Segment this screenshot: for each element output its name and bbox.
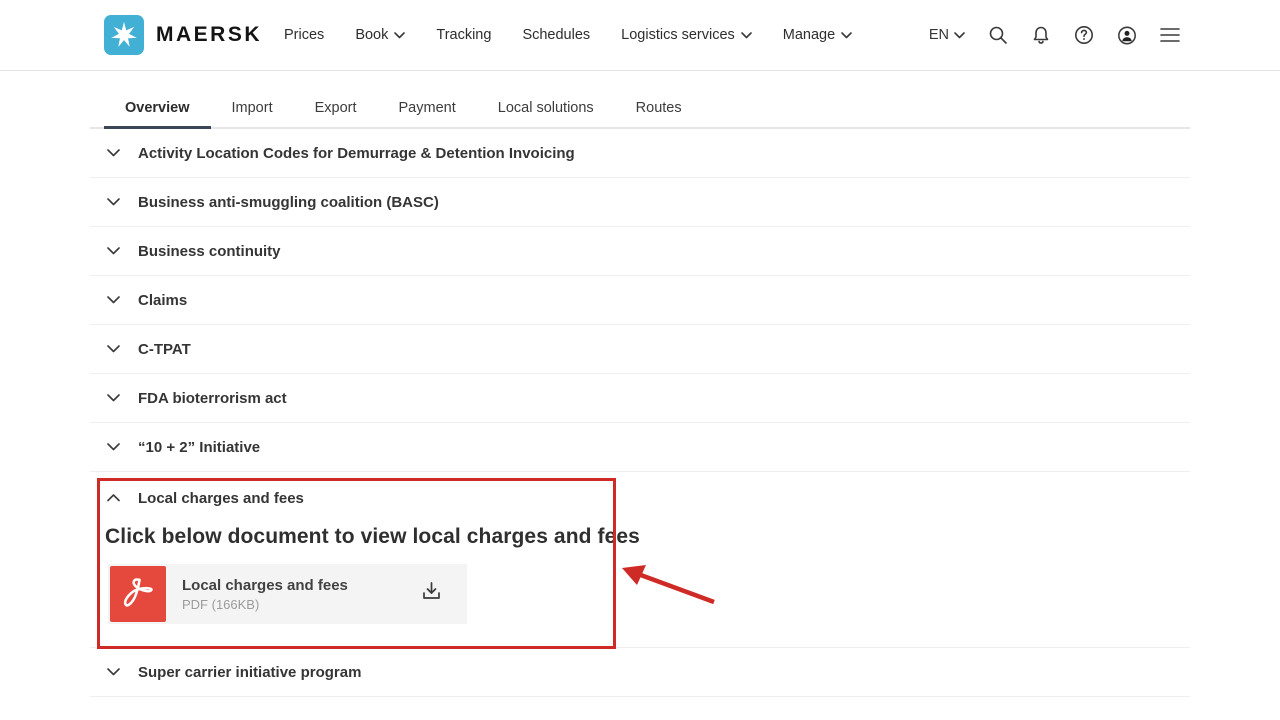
top-navigation-bar: MAERSK Prices Book Tracking Schedules Lo… bbox=[0, 0, 1280, 71]
accordion-item-fda-bioterrorism[interactable]: FDA bioterrorism act bbox=[90, 374, 1190, 423]
tab-import[interactable]: Import bbox=[211, 88, 294, 129]
document-meta: PDF (166KB) bbox=[182, 597, 348, 612]
chevron-down-icon bbox=[107, 296, 121, 304]
document-info: Local charges and fees PDF (166KB) bbox=[182, 577, 348, 612]
chevron-up-icon bbox=[107, 494, 121, 502]
help-icon[interactable] bbox=[1074, 25, 1094, 45]
header-actions: EN bbox=[929, 25, 1180, 45]
language-selector[interactable]: EN bbox=[929, 27, 965, 43]
accordion-item-activity-location-codes[interactable]: Activity Location Codes for Demurrage & … bbox=[90, 129, 1190, 178]
chevron-down-icon bbox=[107, 443, 121, 451]
nav-schedules[interactable]: Schedules bbox=[522, 27, 590, 43]
account-icon[interactable] bbox=[1117, 25, 1137, 45]
tab-local-solutions[interactable]: Local solutions bbox=[477, 88, 615, 129]
expanded-section-heading: Click below document to view local charg… bbox=[105, 525, 1190, 549]
tab-export[interactable]: Export bbox=[294, 88, 378, 129]
tab-routes[interactable]: Routes bbox=[615, 88, 703, 129]
accordion-item-super-carrier[interactable]: Super carrier initiative program bbox=[90, 648, 1190, 697]
nav-logistics-services[interactable]: Logistics services bbox=[621, 27, 752, 43]
accordion-item-claims[interactable]: Claims bbox=[90, 276, 1190, 325]
brand-wordmark: MAERSK bbox=[156, 23, 262, 47]
chevron-down-icon bbox=[954, 32, 965, 39]
accordion-item-10-plus-2[interactable]: “10 + 2” Initiative bbox=[90, 423, 1190, 472]
nav-manage[interactable]: Manage bbox=[783, 27, 852, 43]
accordion-item-local-charges-expanded: Local charges and fees Click below docum… bbox=[90, 472, 1190, 648]
maersk-brand[interactable]: MAERSK bbox=[104, 15, 262, 55]
chevron-down-icon bbox=[107, 345, 121, 353]
accordion-header-local-charges[interactable]: Local charges and fees bbox=[90, 472, 1190, 518]
chevron-down-icon bbox=[841, 32, 852, 39]
document-name: Local charges and fees bbox=[182, 577, 348, 594]
pdf-document-card[interactable]: Local charges and fees PDF (166KB) bbox=[108, 564, 467, 624]
menu-icon[interactable] bbox=[1160, 25, 1180, 45]
accordion-item-business-continuity[interactable]: Business continuity bbox=[90, 227, 1190, 276]
chevron-down-icon bbox=[394, 32, 405, 39]
search-icon[interactable] bbox=[988, 25, 1008, 45]
page-content: Overview Import Export Payment Local sol… bbox=[0, 88, 1280, 697]
chevron-down-icon bbox=[741, 32, 752, 39]
accordion-item-ctpat[interactable]: C-TPAT bbox=[90, 325, 1190, 374]
accordion-item-basc[interactable]: Business anti-smuggling coalition (BASC) bbox=[90, 178, 1190, 227]
nav-book[interactable]: Book bbox=[355, 27, 405, 43]
nav-tracking[interactable]: Tracking bbox=[436, 27, 491, 43]
download-icon[interactable] bbox=[422, 581, 441, 607]
section-tabs: Overview Import Export Payment Local sol… bbox=[90, 88, 1190, 129]
chevron-down-icon bbox=[107, 247, 121, 255]
tab-overview[interactable]: Overview bbox=[104, 88, 211, 129]
chevron-down-icon bbox=[107, 198, 121, 206]
adobe-pdf-icon bbox=[110, 566, 166, 622]
nav-prices[interactable]: Prices bbox=[284, 27, 324, 43]
chevron-down-icon bbox=[107, 668, 121, 676]
chevron-down-icon bbox=[107, 149, 121, 157]
maersk-star-icon bbox=[104, 15, 144, 55]
notifications-bell-icon[interactable] bbox=[1031, 25, 1051, 45]
tab-payment[interactable]: Payment bbox=[378, 88, 477, 129]
chevron-down-icon bbox=[107, 394, 121, 402]
main-nav: Prices Book Tracking Schedules Logistics… bbox=[284, 27, 852, 43]
